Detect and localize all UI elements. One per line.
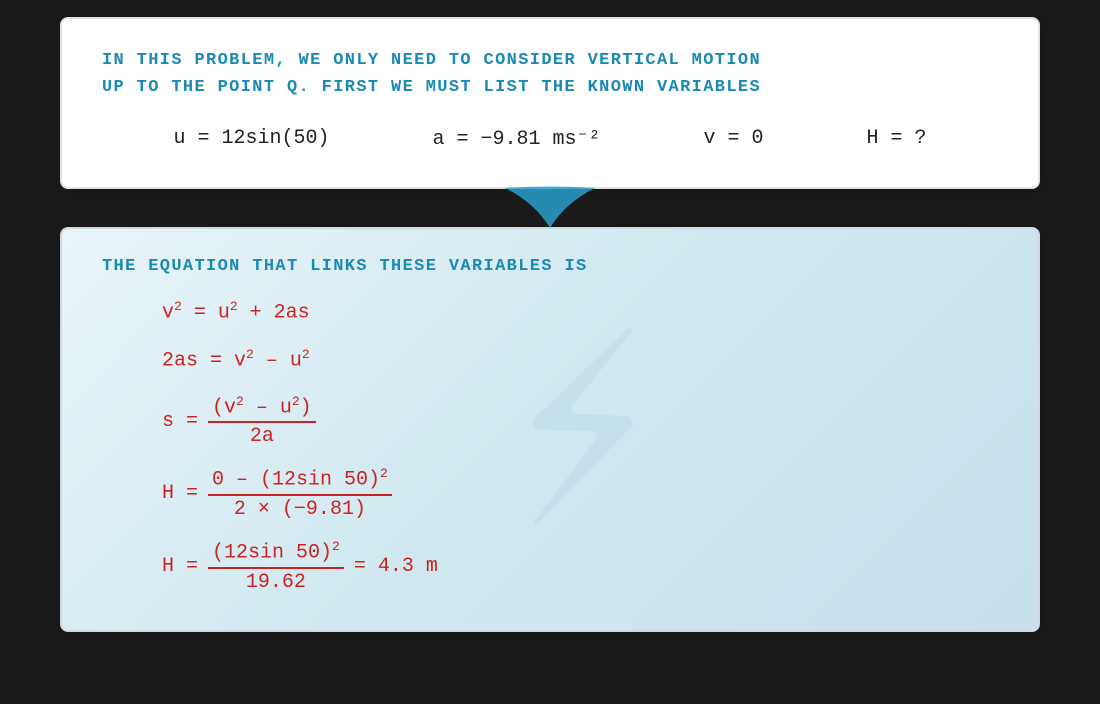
eq4-denominator: 2 × (−9.81) — [230, 496, 370, 521]
variables-row: u = 12sin(50) a = −9.81 ms⁻² v = 0 H = ? — [102, 121, 998, 155]
arrow-connector — [490, 183, 610, 233]
eq4: H = 0 – (12sin 50)2 2 × (−9.81) — [162, 466, 998, 521]
eq3-denominator: 2a — [246, 423, 278, 448]
eq3-fraction: (v2 – u2) 2a — [208, 394, 316, 449]
bottom-card: THE EQUATION THAT LINKS THESE VARIABLES … — [60, 227, 1040, 631]
eq3: s = (v2 – u2) 2a — [162, 394, 998, 449]
eq4-label: H = — [162, 482, 198, 505]
var-v: v = 0 — [703, 127, 763, 150]
bottom-header: THE EQUATION THAT LINKS THESE VARIABLES … — [102, 257, 998, 276]
page-container: IN THIS PROBLEM, WE ONLY NEED TO CONSIDE… — [20, 17, 1080, 687]
eq1: v2 = u2 + 2as — [162, 298, 998, 328]
top-card: IN THIS PROBLEM, WE ONLY NEED TO CONSIDE… — [60, 17, 1040, 189]
top-card-text: IN THIS PROBLEM, WE ONLY NEED TO CONSIDE… — [102, 47, 998, 101]
equation-block: v2 = u2 + 2as 2as = v2 – u2 s = (v2 – u2… — [162, 298, 998, 593]
eq3-label: s = — [162, 410, 198, 433]
eq2: 2as = v2 – u2 — [162, 346, 998, 376]
eq3-numerator: (v2 – u2) — [208, 394, 316, 424]
var-H: H = ? — [866, 127, 926, 150]
top-line2: UP TO THE POINT Q. FIRST WE MUST LIST TH… — [102, 78, 761, 97]
eq4-fraction: 0 – (12sin 50)2 2 × (−9.81) — [208, 466, 392, 521]
top-line1: IN THIS PROBLEM, WE ONLY NEED TO CONSIDE… — [102, 51, 761, 70]
var-u: u = 12sin(50) — [173, 127, 329, 150]
eq5: H = (12sin 50)2 19.62 = 4.3 m — [162, 539, 998, 594]
eq5-fraction: (12sin 50)2 19.62 — [208, 539, 344, 594]
var-a: a = −9.81 ms⁻² — [432, 125, 600, 151]
eq4-numerator: 0 – (12sin 50)2 — [208, 466, 392, 496]
eq5-label: H = — [162, 555, 198, 578]
eq5-result: = 4.3 m — [354, 555, 438, 578]
eq5-numerator: (12sin 50)2 — [208, 539, 344, 569]
eq5-denominator: 19.62 — [242, 569, 310, 594]
